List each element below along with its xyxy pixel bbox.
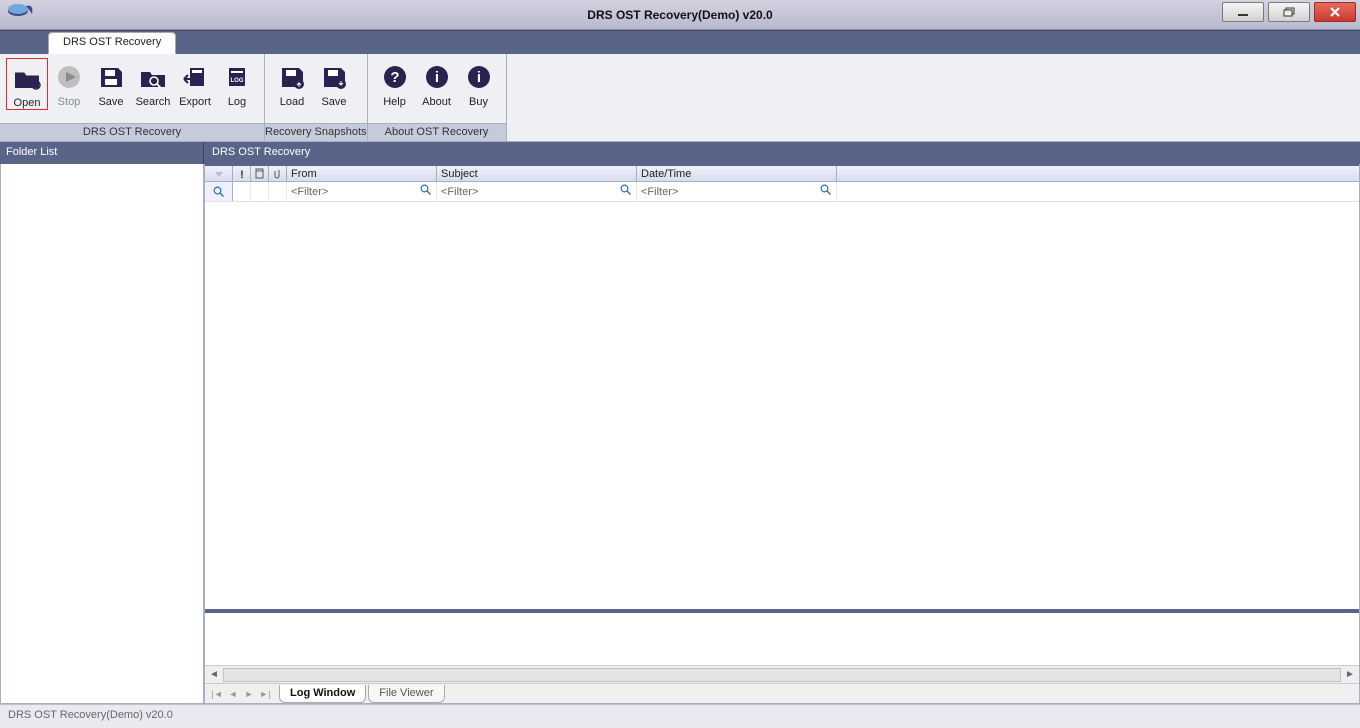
tab-file-viewer[interactable]: File Viewer [368,685,444,703]
filter-toggle-button[interactable] [205,182,233,201]
scroll-track[interactable] [223,668,1341,682]
grid-header: ! From Subject Date/Time [205,164,1359,182]
grid-expand-column[interactable] [205,166,233,181]
ribbon-group-main-label: DRS OST Recovery [0,123,264,141]
filter-from-placeholder: <Filter> [291,186,328,198]
scroll-left-icon[interactable]: ◄ [205,669,223,680]
folder-list[interactable] [0,164,204,704]
nav-prev-icon[interactable]: ◄ [227,689,239,699]
svg-text:!: ! [240,169,244,180]
window-title: DRS OST Recovery(Demo) v20.0 [0,8,1360,22]
grid-datetime-column[interactable]: Date/Time [637,166,837,181]
help-button[interactable]: ? Help [374,58,416,108]
ribbon-group-about: ? Help i About i Buy About OST Recovery [368,54,507,141]
lower-tabs: |◄ ◄ ► ►| Log Window File Viewer [205,683,1359,703]
load-label: Load [271,96,313,108]
grid-subject-label: Subject [441,168,478,180]
load-icon [271,60,313,94]
filter-subject-input[interactable]: <Filter> [437,182,637,201]
open-label: Open [7,97,47,109]
tabstrip: DRS OST Recovery [0,30,1360,54]
save-label: Save [90,96,132,108]
about-button[interactable]: i About [416,58,458,108]
grid-body[interactable] [205,202,1359,609]
about-label: About [416,96,458,108]
export-icon [174,60,216,94]
save-button[interactable]: Save [90,58,132,108]
svg-text:?: ? [390,69,399,86]
lower-pane: ◄ ► |◄ ◄ ► ►| Log Window File Viewer [205,609,1359,703]
titlebar: DRS OST Recovery(Demo) v20.0 [0,0,1360,30]
minimize-button[interactable] [1222,2,1264,22]
content-area: ! From Subject Date/Time <Filter> <Filte… [204,164,1360,704]
filter-datetime-placeholder: <Filter> [641,186,678,198]
grid-from-label: From [291,168,317,180]
grid-from-column[interactable]: From [287,166,437,181]
stop-icon [48,60,90,94]
statusbar-text: DRS OST Recovery(Demo) v20.0 [8,709,173,721]
nav-last-icon[interactable]: ►| [259,689,271,699]
grid-subject-column[interactable]: Subject [437,166,637,181]
svg-text:i: i [434,69,438,86]
content-header: DRS OST Recovery [204,142,1360,164]
search-icon [213,186,225,198]
search-icon[interactable] [620,184,632,199]
svg-text:LOG: LOG [231,78,244,84]
save-snapshot-icon [313,60,355,94]
close-button[interactable] [1314,2,1356,22]
grid-filter-row: <Filter> <Filter> <Filter> [205,182,1359,202]
lower-pane-body[interactable] [205,613,1359,665]
folder-search-icon [132,60,174,94]
save-snapshot-label: Save [313,96,355,108]
help-label: Help [374,96,416,108]
search-label: Search [132,96,174,108]
nav-first-icon[interactable]: |◄ [211,689,223,699]
filter-subject-placeholder: <Filter> [441,186,478,198]
statusbar: DRS OST Recovery(Demo) v20.0 [0,704,1360,728]
export-label: Export [174,96,216,108]
ribbon: Open Stop Save Search Export LOG Log [0,54,1360,142]
export-button[interactable]: Export [174,58,216,108]
save-snapshot-button[interactable]: Save [313,58,355,108]
log-label: Log [216,96,258,108]
ribbon-group-main: Open Stop Save Search Export LOG Log [0,54,265,141]
log-icon: LOG [216,60,258,94]
stop-label: Stop [48,96,90,108]
buy-label: Buy [458,96,500,108]
scroll-right-icon[interactable]: ► [1341,669,1359,680]
ribbon-group-snapshots: Load Save Recovery Snapshots [265,54,368,141]
grid-attachment-column[interactable] [269,166,287,181]
search-icon[interactable] [820,184,832,199]
filter-from-input[interactable]: <Filter> [287,182,437,201]
log-button[interactable]: LOG Log [216,58,258,108]
tab-nav-buttons[interactable]: |◄ ◄ ► ►| [211,689,271,699]
tab-drs-ost-recovery[interactable]: DRS OST Recovery [48,32,176,54]
load-snapshot-button[interactable]: Load [271,58,313,108]
save-icon [90,60,132,94]
ribbon-group-snapshots-label: Recovery Snapshots [265,123,367,141]
help-icon: ? [374,60,416,94]
ribbon-group-about-label: About OST Recovery [368,123,506,141]
folder-open-icon [7,61,47,95]
grid-spacer-column [837,166,1359,181]
app-icon [0,0,40,30]
grid-type-column[interactable] [251,166,269,181]
search-icon[interactable] [420,184,432,199]
info-icon: i [416,60,458,94]
search-button[interactable]: Search [132,58,174,108]
folder-list-header: Folder List [0,142,204,164]
tab-log-window[interactable]: Log Window [279,685,366,703]
grid-datetime-label: Date/Time [641,168,691,180]
svg-text:i: i [476,69,480,86]
nav-next-icon[interactable]: ► [243,689,255,699]
restore-button[interactable] [1268,2,1310,22]
stop-button: Stop [48,58,90,108]
filter-datetime-input[interactable]: <Filter> [637,182,837,201]
buy-button[interactable]: i Buy [458,58,500,108]
horizontal-scrollbar[interactable]: ◄ ► [205,665,1359,683]
open-button[interactable]: Open [6,58,48,110]
grid-importance-column[interactable]: ! [233,166,251,181]
buy-icon: i [458,60,500,94]
